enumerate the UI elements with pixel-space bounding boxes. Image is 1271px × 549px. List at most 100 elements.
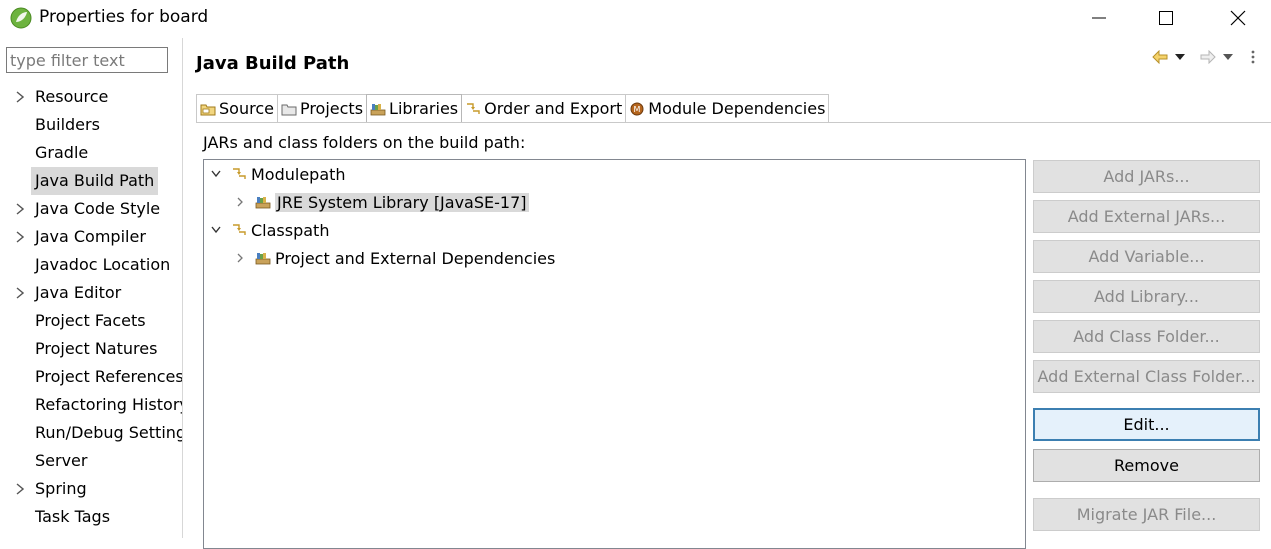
library-icon (255, 194, 271, 210)
tab-label: Libraries (389, 99, 459, 118)
property-page: Java Build Path Source Projects Librarie… (183, 38, 1271, 549)
tab-divider (196, 122, 1271, 123)
chevron-right-icon[interactable] (233, 195, 247, 209)
modulepath-icon (231, 166, 247, 182)
chevron-down-icon[interactable] (209, 223, 223, 237)
tab-projects[interactable]: Projects (276, 94, 368, 122)
back-menu-button[interactable] (1175, 48, 1185, 66)
nav-item-java-code-style[interactable]: Java Code Style (0, 195, 182, 223)
nav-item-task-tags[interactable]: Task Tags (0, 503, 182, 531)
minimize-button[interactable] (1076, 0, 1122, 36)
chevron-down-icon (1223, 54, 1233, 60)
migrate-jar-file-button[interactable]: Migrate JAR File... (1033, 498, 1260, 531)
nav-item-java-build-path[interactable]: Java Build Path (0, 167, 182, 195)
property-pages-list: Resource Builders Gradle Java Build Path… (0, 83, 182, 531)
chevron-right-icon[interactable] (13, 83, 27, 111)
order-export-icon (465, 101, 481, 117)
projects-icon (281, 101, 297, 117)
svg-text:M: M (634, 105, 641, 114)
nav-item-refactoring-history[interactable]: Refactoring History (0, 391, 182, 419)
back-button[interactable] (1152, 48, 1168, 66)
maximize-button[interactable] (1143, 0, 1189, 36)
tab-source[interactable]: Source (196, 94, 278, 122)
chevron-right-icon[interactable] (13, 223, 27, 251)
nav-item-label: Server (35, 451, 88, 470)
tree-node-project-external-dependencies[interactable]: Project and External Dependencies (233, 245, 555, 271)
tree-node-jre-system-library[interactable]: JRE System Library [JavaSE-17] (233, 189, 529, 215)
view-menu-button[interactable] (1251, 48, 1255, 66)
tab-order-and-export[interactable]: Order and Export (461, 94, 627, 122)
chevron-right-icon[interactable] (13, 475, 27, 503)
add-external-class-folder-button[interactable]: Add External Class Folder... (1033, 360, 1260, 393)
tab-libraries[interactable]: Libraries (366, 94, 463, 122)
add-library-button[interactable]: Add Library... (1033, 280, 1260, 313)
nav-item-javadoc-location[interactable]: Javadoc Location (0, 251, 182, 279)
nav-item-label: Project Natures (35, 339, 158, 358)
edit-button[interactable]: Edit... (1033, 408, 1260, 441)
nav-item-label: Gradle (35, 143, 89, 162)
tab-module-dependencies[interactable]: M Module Dependencies (625, 94, 830, 122)
nav-item-project-facets[interactable]: Project Facets (0, 307, 182, 335)
forward-button[interactable] (1200, 48, 1216, 66)
nav-item-run-debug-settings[interactable]: Run/Debug Settings (0, 419, 182, 447)
tab-label: Order and Export (484, 99, 623, 118)
classpath-icon (231, 222, 247, 238)
build-path-tree[interactable]: Modulepath JRE System Library [JavaSE-17… (203, 159, 1026, 549)
tab-label: Projects (299, 99, 364, 118)
kebab-menu-icon (1251, 50, 1255, 64)
chevron-right-icon[interactable] (13, 195, 27, 223)
forward-menu-button[interactable] (1223, 48, 1233, 66)
nav-item-java-editor[interactable]: Java Editor (0, 279, 182, 307)
nav-item-label: Java Build Path (31, 167, 159, 195)
section-label: JARs and class folders on the build path… (203, 133, 526, 152)
nav-item-label: Builders (35, 115, 100, 134)
nav-item-project-references[interactable]: Project References (0, 363, 182, 391)
minimize-icon (1092, 17, 1106, 19)
nav-item-gradle[interactable]: Gradle (0, 139, 182, 167)
nav-item-server[interactable]: Server (0, 447, 182, 475)
nav-item-builders[interactable]: Builders (0, 111, 182, 139)
nav-item-label: Resource (35, 87, 109, 106)
close-button[interactable] (1215, 0, 1261, 36)
remove-button[interactable]: Remove (1033, 449, 1260, 482)
tree-node-label: Modulepath (251, 164, 346, 184)
nav-item-resource[interactable]: Resource (0, 83, 182, 111)
maximize-icon (1159, 11, 1173, 25)
tab-label: Source (219, 99, 274, 118)
close-icon (1230, 10, 1246, 26)
nav-item-label: Project Facets (35, 311, 146, 330)
filter-input[interactable] (6, 47, 168, 73)
nav-item-label: Task Tags (35, 507, 111, 526)
property-pages-pane: Resource Builders Gradle Java Build Path… (0, 38, 182, 538)
title-bar: Properties for board (0, 0, 1271, 38)
tree-node-modulepath[interactable]: Modulepath (209, 161, 346, 187)
add-variable-button[interactable]: Add Variable... (1033, 240, 1260, 273)
chevron-right-icon[interactable] (233, 251, 247, 265)
module-icon: M (629, 101, 645, 117)
nav-item-label: Javadoc Location (35, 255, 171, 274)
spring-leaf-icon (10, 7, 32, 29)
add-external-jars-button[interactable]: Add External JARs... (1033, 200, 1260, 233)
add-class-folder-button[interactable]: Add Class Folder... (1033, 320, 1260, 353)
nav-item-spring[interactable]: Spring (0, 475, 182, 503)
tree-node-label: JRE System Library [JavaSE-17] (275, 192, 529, 212)
tab-label: Module Dependencies (648, 99, 826, 118)
source-folder-icon (200, 101, 216, 117)
chevron-right-icon[interactable] (13, 279, 27, 307)
window-title: Properties for board (39, 7, 209, 27)
nav-item-project-natures[interactable]: Project Natures (0, 335, 182, 363)
forward-arrow-icon (1200, 50, 1216, 64)
add-jars-button[interactable]: Add JARs... (1033, 160, 1260, 193)
back-arrow-icon (1152, 50, 1168, 64)
tree-node-label: Classpath (251, 220, 330, 240)
tree-node-classpath[interactable]: Classpath (209, 217, 329, 243)
nav-item-label: Refactoring History (35, 395, 182, 414)
page-title: Java Build Path (196, 53, 350, 74)
library-icon (370, 101, 386, 117)
tree-node-label: Project and External Dependencies (275, 248, 556, 268)
nav-item-label: Java Code Style (35, 199, 161, 218)
chevron-down-icon[interactable] (209, 167, 223, 181)
nav-item-java-compiler[interactable]: Java Compiler (0, 223, 182, 251)
chevron-down-icon (1175, 54, 1185, 60)
library-icon (255, 250, 271, 266)
